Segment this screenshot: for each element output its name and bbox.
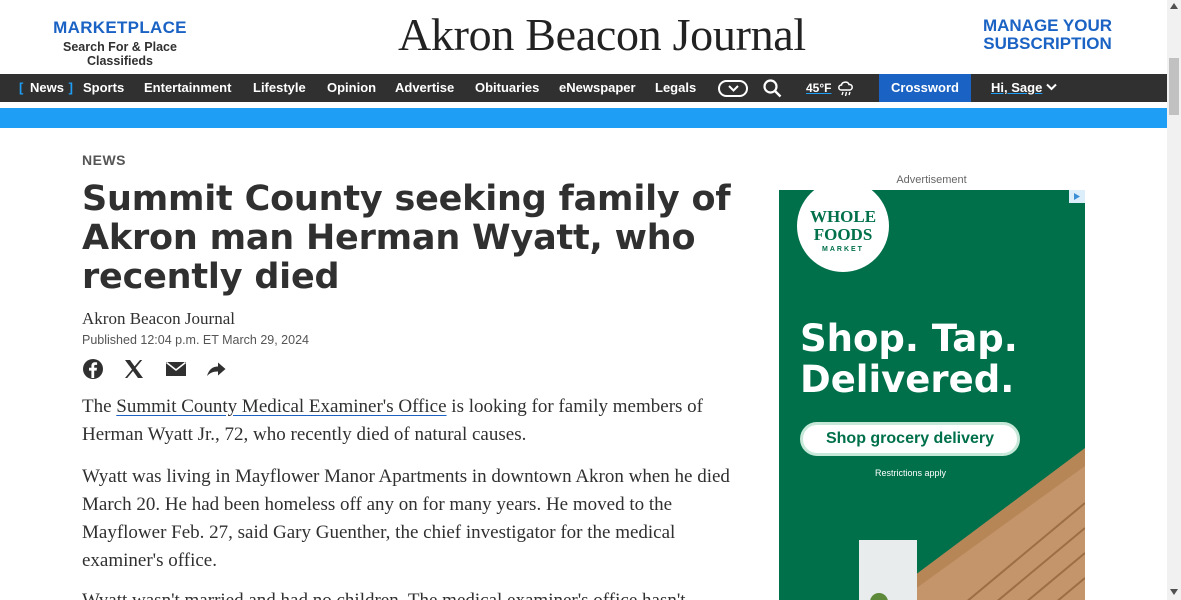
brand-line-1: WHOLE (809, 207, 877, 226)
whole-foods-logo: WHOLE FOODS MARKET (797, 190, 889, 272)
nav-item-opinion[interactable]: Opinion (327, 74, 376, 102)
paragraph-text: The (82, 396, 117, 417)
page-scrollbar[interactable] (1167, 0, 1181, 600)
nav-item-advertise[interactable]: Advertise (395, 74, 454, 102)
site-logo[interactable]: Akron Beacon Journal (398, 8, 806, 61)
marketplace-link[interactable]: MARKETPLACE Search For & Place Classifie… (30, 18, 210, 68)
crossword-button[interactable]: Crossword (879, 74, 971, 102)
chevron-down-icon (728, 85, 739, 92)
brand-line-3: MARKET (822, 246, 864, 253)
nav-item-news[interactable]: News (19, 74, 73, 102)
article-paragraph: Wyatt was living in Mayflower Manor Apar… (82, 466, 730, 571)
medical-examiner-link[interactable]: Summit County Medical Examiner's Office (116, 396, 446, 417)
advertisement-label: Advertisement (896, 174, 967, 186)
nav-item-sports[interactable]: Sports (83, 74, 124, 102)
more-menu-button[interactable] (718, 80, 748, 97)
facebook-icon (83, 359, 103, 379)
x-icon (125, 360, 143, 378)
user-menu[interactable]: Hi, Sage (991, 74, 1042, 102)
whole-foods-ad[interactable]: WHOLE FOODS MARKET Shop. Tap. Delivered. … (779, 190, 1085, 600)
article-paragraph: Wyatt wasn't married and had no children… (82, 587, 752, 600)
scroll-down-arrow-icon[interactable] (1170, 589, 1178, 595)
article-byline: Akron Beacon Journal (82, 309, 235, 328)
article-headline: Summit County seeking family of Akron ma… (82, 179, 731, 297)
site-header: MARKETPLACE Search For & Place Classifie… (0, 0, 1167, 74)
nav-item-legals[interactable]: Legals (655, 74, 696, 102)
search-button[interactable] (763, 79, 782, 103)
nav-item-enewspaper[interactable]: eNewspaper (559, 74, 636, 102)
ad-choices-icon[interactable] (1069, 190, 1085, 203)
user-greeting: Hi, Sage (991, 80, 1043, 95)
scrollbar-thumb[interactable] (1169, 58, 1179, 115)
promo-banner-strip (0, 108, 1167, 128)
manage-line-2: SUBSCRIPTION (983, 34, 1112, 53)
article-section-label[interactable]: NEWS (82, 152, 126, 168)
x-share-button[interactable] (123, 358, 145, 385)
brand-line-2: FOODS (813, 225, 873, 244)
article-paragraph: The Summit County Medical Examiner's Off… (82, 393, 752, 449)
scroll-up-arrow-icon[interactable] (1170, 3, 1178, 9)
ad-headline: Shop. Tap. Delivered. (800, 317, 1018, 401)
nav-item-entertainment[interactable]: Entertainment (144, 74, 231, 102)
marketplace-title: MARKETPLACE (53, 18, 187, 37)
nav-item-lifestyle[interactable]: Lifestyle (253, 74, 306, 102)
search-icon (763, 79, 782, 98)
manage-subscription-link[interactable]: MANAGE YOUR SUBSCRIPTION (970, 17, 1125, 53)
more-share-button[interactable] (205, 358, 227, 385)
email-icon (166, 361, 186, 376)
weather-rain-icon[interactable] (837, 79, 855, 103)
user-chevron-down-icon[interactable] (1046, 83, 1057, 91)
share-arrow-icon (207, 362, 226, 376)
manage-line-1: MANAGE YOUR (982, 16, 1113, 35)
main-nav: News Sports Entertainment Lifestyle Opin… (0, 74, 1167, 102)
weather-temp[interactable]: 45°F (806, 74, 831, 102)
facebook-share-button[interactable] (82, 358, 104, 385)
nav-item-obituaries[interactable]: Obituaries (475, 74, 539, 102)
marketplace-subtitle: Search For & Place Classifieds (63, 40, 177, 68)
wood-panel-image (859, 448, 1085, 600)
email-share-button[interactable] (165, 358, 187, 385)
article-published-date: Published 12:04 p.m. ET March 29, 2024 (82, 333, 309, 347)
